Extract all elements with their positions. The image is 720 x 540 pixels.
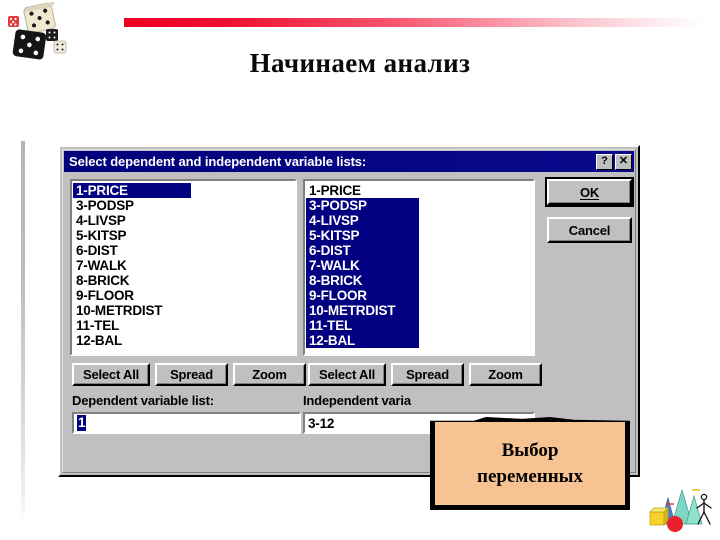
page-title: Начинаем анализ	[249, 48, 471, 78]
callout-line-2: переменных	[477, 465, 583, 487]
list-item[interactable]: 12-BAL	[306, 333, 419, 348]
header-accent-bar	[124, 18, 707, 27]
independent-variable-listbox[interactable]: 1-PRICE 3-PODSP 4-LIVSP 5-KITSP 6-DIST 7…	[303, 179, 535, 356]
list-item[interactable]: 5-KITSP	[73, 228, 295, 243]
list-item[interactable]: 11-TEL	[73, 318, 295, 333]
dependent-zoom-button[interactable]: Zoom	[233, 363, 306, 386]
list-item[interactable]: 8-BRICK	[73, 273, 295, 288]
help-icon[interactable]: ?	[596, 153, 613, 170]
geometry-shapes-clipart	[649, 488, 712, 532]
list-item[interactable]: 5-KITSP	[306, 228, 419, 243]
dependent-spread-button[interactable]: Spread	[155, 363, 228, 386]
list-item[interactable]: 3-PODSP	[73, 198, 295, 213]
dependent-field-label: Dependent variable list:	[72, 393, 214, 408]
dependent-variable-input-value: 1	[77, 415, 87, 431]
independent-select-all-button[interactable]: Select All	[308, 363, 386, 386]
dialog-titlebar: Select dependent and independent variabl…	[64, 151, 634, 172]
button-label: Zoom	[488, 367, 523, 382]
independent-field-label: Independent varia	[303, 393, 411, 408]
button-label: Select All	[82, 367, 140, 382]
callout-body: Выбор переменных	[430, 417, 630, 510]
button-label: Select All	[318, 367, 376, 382]
ok-button-label: OK	[579, 184, 600, 200]
dependent-variable-input[interactable]: 1	[72, 412, 301, 434]
list-item[interactable]: 4-LIVSP	[306, 213, 419, 228]
list-item[interactable]: 9-FLOOR	[73, 288, 295, 303]
ok-button[interactable]: OK	[545, 177, 634, 207]
list-item[interactable]: 10-METRDIST	[73, 303, 295, 318]
left-vertical-rule	[21, 141, 25, 519]
callout: Выбор переменных	[430, 417, 630, 510]
dialog-title-text: Select dependent and independent variabl…	[69, 154, 367, 169]
list-item[interactable]: 3-PODSP	[306, 198, 419, 213]
list-item[interactable]: 12-BAL	[73, 333, 295, 348]
independent-variable-input-value: 3-12	[308, 415, 335, 431]
list-item[interactable]: 1-PRICE	[306, 183, 533, 198]
dependent-variable-listbox[interactable]: 1-PRICE 3-PODSP 4-LIVSP 5-KITSP 6-DIST 7…	[70, 179, 297, 356]
callout-line-1: Выбор	[501, 439, 559, 461]
independent-spread-button[interactable]: Spread	[391, 363, 464, 386]
list-item[interactable]: 6-DIST	[306, 243, 419, 258]
list-item[interactable]: 1-PRICE	[73, 183, 191, 198]
button-label: Spread	[406, 367, 449, 382]
list-item[interactable]: 8-BRICK	[306, 273, 419, 288]
list-item[interactable]: 10-METRDIST	[306, 303, 419, 318]
close-icon[interactable]: ✕	[615, 153, 632, 170]
dependent-select-all-button[interactable]: Select All	[72, 363, 150, 386]
cancel-button-label: Cancel	[568, 222, 611, 238]
independent-zoom-button[interactable]: Zoom	[469, 363, 542, 386]
list-item[interactable]: 7-WALK	[73, 258, 295, 273]
button-label: Zoom	[252, 367, 287, 382]
list-item[interactable]: 11-TEL	[306, 318, 419, 333]
list-item[interactable]: 6-DIST	[73, 243, 295, 258]
list-item[interactable]: 9-FLOOR	[306, 288, 419, 303]
cancel-button[interactable]: Cancel	[547, 217, 632, 243]
button-label: Spread	[170, 367, 213, 382]
list-item[interactable]: 4-LIVSP	[73, 213, 295, 228]
list-item[interactable]: 7-WALK	[306, 258, 419, 273]
